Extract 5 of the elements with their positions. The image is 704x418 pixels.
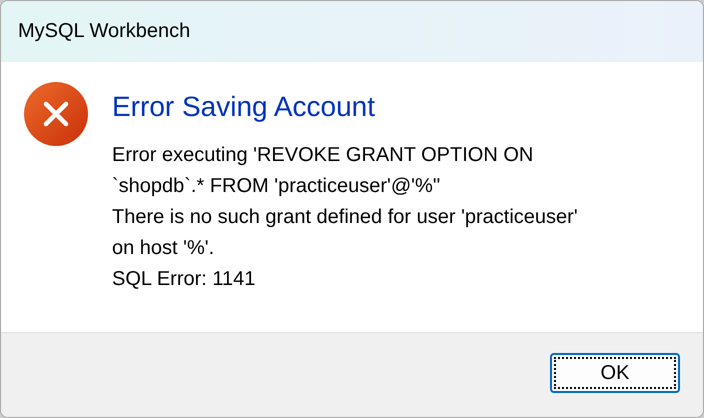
error-heading: Error Saving Account bbox=[112, 91, 376, 123]
window-title: MySQL Workbench bbox=[18, 20, 190, 43]
error-icon bbox=[23, 81, 89, 147]
error-message: Error executing 'REVOKE GRANT OPTION ON `shopdb`.* FROM 'practiceuser'@'%'' There is no such grant defined for user 'practiceuser' on host '%'. SQL Error: 1141 bbox=[112, 143, 578, 292]
ok-button[interactable]: OK bbox=[550, 353, 680, 393]
